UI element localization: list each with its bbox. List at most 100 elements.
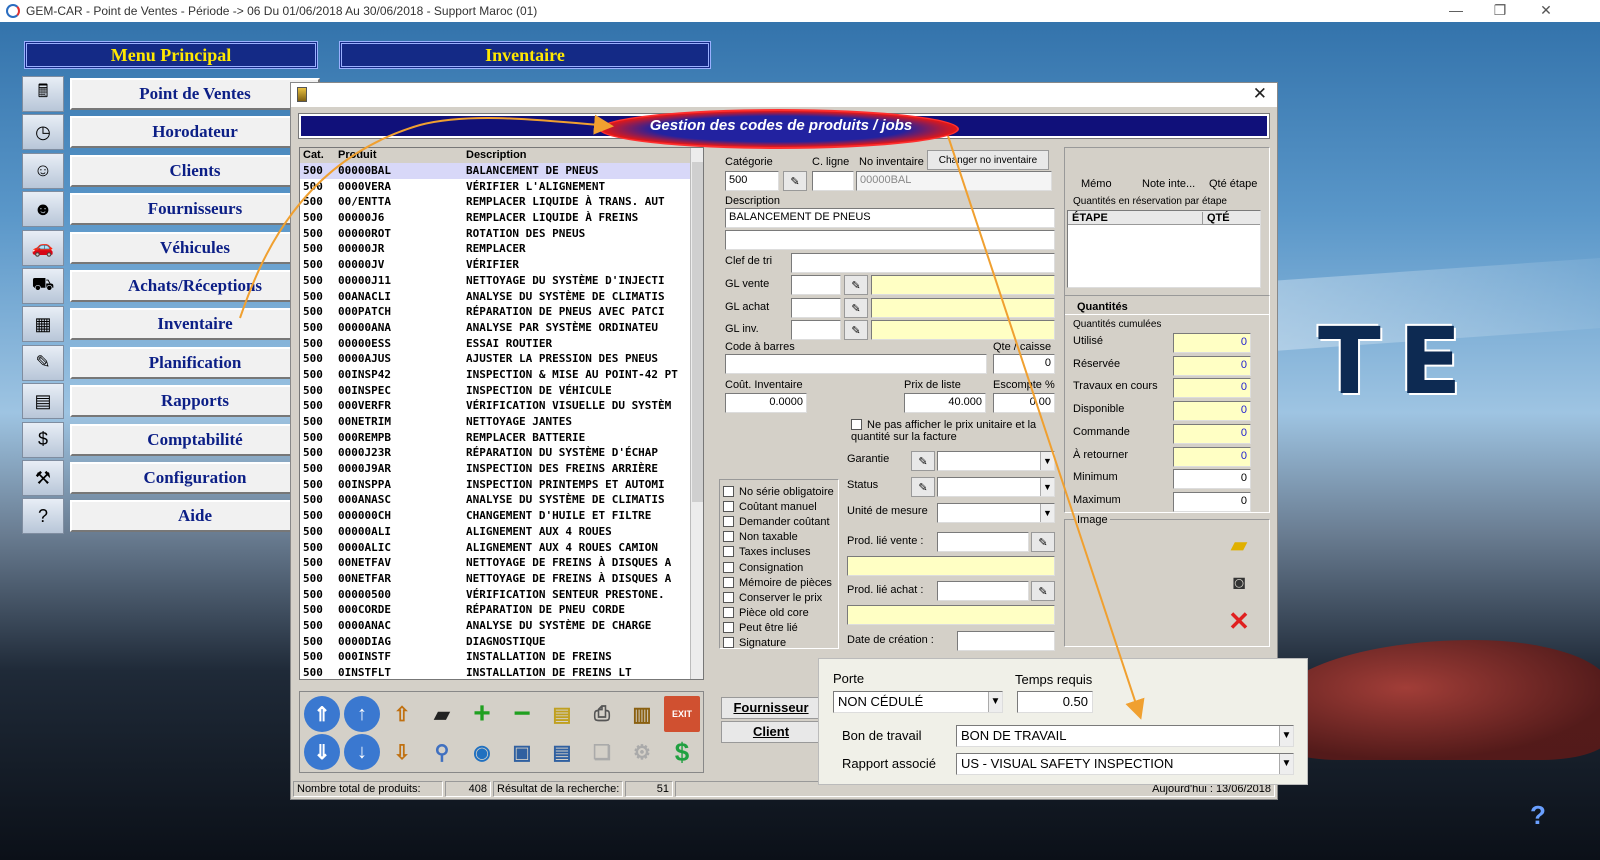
table-row[interactable]: 500 0INSTFLT INSTALLATION DE FREINS LT [300, 665, 690, 679]
menu-item[interactable]: ◷ Horodateur [22, 114, 322, 151]
table-row[interactable]: 500 00/ENTTA REMPLACER LIQUIDE À TRANS. AU… [300, 194, 690, 210]
option-checkbox[interactable]: Taxes incluses [723, 546, 811, 558]
checkbox-box[interactable] [723, 501, 734, 513]
table-row[interactable]: 500 00ANACLI ANALYSE DU SYSTÈME DE CLIMATI… [300, 289, 690, 305]
table-row[interactable]: 500 000000CH CHANGEMENT D'HUILE ET FILTRE [300, 508, 690, 524]
person-icon[interactable]: ☺ [22, 152, 64, 189]
camera-icon[interactable]: ◙ [1223, 567, 1255, 599]
menu-button[interactable]: Inventaire [70, 308, 320, 341]
close-icon[interactable]: ✕ [1526, 2, 1566, 19]
chevron-down-icon[interactable]: ▼ [1040, 452, 1054, 470]
table-row[interactable]: 500 00NETRIM NETTOYAGE JANTES [300, 414, 690, 430]
categorie-lookup-icon[interactable]: ✎ [783, 171, 807, 191]
dollar-icon[interactable]: $ [22, 421, 64, 458]
menu-item[interactable]: ▤ Rapports [22, 383, 322, 420]
escompte-field[interactable]: 0.00 [993, 393, 1055, 413]
menu-item[interactable]: 🚗 Véhicules [22, 229, 322, 266]
supplier-person-icon[interactable]: ☻ [22, 191, 64, 228]
save-icon[interactable]: ▤ [544, 696, 580, 732]
inventory-icon[interactable]: ▦ [22, 306, 64, 343]
chevron-down-icon[interactable]: ▼ [1040, 504, 1054, 522]
option-checkbox[interactable]: Pièce old core [723, 606, 809, 619]
gl-inv-field[interactable] [791, 320, 841, 340]
next-record-icon[interactable]: ↓ [344, 734, 380, 770]
minimize-icon[interactable]: — [1436, 2, 1476, 18]
menu-item[interactable]: ☻ Fournisseurs [22, 191, 322, 228]
cart-icon[interactable]: ⛟ [22, 268, 64, 304]
gl-achat-lookup-icon[interactable]: ✎ [844, 298, 868, 318]
cash-register-icon[interactable]: 🖩 [22, 76, 64, 112]
table-row[interactable]: 500 000ANASC ANALYSE DU SYSTÈME DE CLIMATI… [300, 492, 690, 508]
checkbox-box[interactable] [723, 621, 734, 633]
menu-item[interactable]: ▦ Inventaire [22, 306, 322, 343]
prix-liste-field[interactable]: 40.000 [904, 393, 986, 413]
prod-lie-achat-lookup-icon[interactable]: ✎ [1031, 581, 1055, 601]
last-record-icon[interactable]: ⇓ [304, 734, 340, 770]
chevron-down-icon[interactable]: ▼ [1279, 754, 1293, 774]
barcode-icon[interactable]: ▥ [624, 696, 660, 732]
pencil-icon[interactable]: ✎ [22, 344, 64, 381]
date-creation-field[interactable] [957, 631, 1055, 651]
code-barres-field[interactable] [725, 354, 987, 374]
menu-button[interactable]: Horodateur [70, 116, 320, 149]
tools-icon[interactable]: ⚒ [22, 460, 64, 496]
restore-icon[interactable]: ❐ [1480, 2, 1520, 19]
computer-icon[interactable]: ▣ [504, 734, 540, 770]
page-up-icon[interactable]: ⇧ [384, 696, 420, 732]
table-row[interactable]: 500 00NETFAR NETTOYAGE DE FREINS À DISQUES… [300, 571, 690, 587]
table-row[interactable]: 500 00000ANA ANALYSE PAR SYSTÈME ORDINATEU [300, 320, 690, 336]
menu-item[interactable]: ✎ Planification [22, 344, 322, 381]
copy-icon[interactable]: ❏ [584, 734, 620, 770]
header-produit[interactable]: Produit [338, 149, 377, 161]
menu-button[interactable]: Clients [70, 154, 320, 187]
help-corner-icon[interactable]: ? [1530, 800, 1560, 830]
gl-vente-field[interactable] [791, 275, 841, 295]
table-row[interactable]: 500 000REMPB REMPLACER BATTERIE [300, 430, 690, 446]
menu-button[interactable]: Aide [70, 500, 320, 533]
first-record-icon[interactable]: ⇑ [304, 696, 340, 732]
description-field-2[interactable] [725, 230, 1055, 250]
table-row[interactable]: 500 00INSPEC INSPECTION DE VÉHICULE [300, 383, 690, 399]
temps-requis-field[interactable]: 0.50 [1017, 691, 1093, 713]
menu-button[interactable]: Véhicules [70, 231, 320, 264]
description-field[interactable]: BALANCEMENT DE PNEUS [725, 208, 1055, 228]
tab-qte-etape[interactable]: Qté étape [1209, 178, 1257, 190]
checkbox-box[interactable] [723, 486, 734, 497]
table-row[interactable]: 500 000VERFR VÉRIFICATION VISUELLE DU SYST… [300, 398, 690, 414]
table-row[interactable]: 500 00000BAL BALANCEMENT DE PNEUS [300, 163, 690, 179]
menu-item[interactable]: ⛟ Achats/Réceptions [22, 268, 322, 304]
add-icon[interactable]: + [464, 696, 500, 732]
checkbox-box[interactable] [723, 516, 734, 528]
tab-memo[interactable]: Mémo [1081, 178, 1112, 190]
garantie-select[interactable]: ▼ [937, 451, 1055, 471]
page-down-icon[interactable]: ⇩ [384, 734, 420, 770]
unite-mesure-select[interactable]: ▼ [937, 503, 1055, 523]
menu-item[interactable]: $ Comptabilité [22, 421, 322, 458]
checkbox-box[interactable] [723, 546, 734, 558]
qte-caisse-field[interactable]: 0 [993, 354, 1055, 374]
menu-item[interactable]: ? Aide [22, 498, 322, 535]
porte-select[interactable]: NON CÉDULÉ ▼ [833, 691, 1003, 713]
checkbox-box[interactable] [723, 637, 734, 648]
table-row[interactable]: 500 00000ALI ALIGNEMENT AUX 4 ROUES [300, 524, 690, 540]
menu-button[interactable]: Achats/Réceptions [70, 270, 320, 302]
menu-button[interactable]: Planification [70, 346, 320, 379]
gl-inv-lookup-icon[interactable]: ✎ [844, 320, 868, 340]
document-icon[interactable]: ▤ [544, 734, 580, 770]
header-cat[interactable]: Cat. [303, 149, 324, 161]
table-row[interactable]: 500 00000500 VÉRIFICATION SENTEUR PRESTONE… [300, 587, 690, 603]
menu-item[interactable]: ☺ Clients [22, 152, 322, 189]
tab-quantites[interactable]: Quantités [1077, 301, 1128, 313]
chevron-down-icon[interactable]: ▼ [1040, 478, 1054, 496]
previous-record-icon[interactable]: ↑ [344, 696, 380, 732]
prod-lie-achat-field[interactable] [937, 581, 1029, 601]
checkbox-box[interactable] [723, 561, 734, 573]
folder-icon[interactable]: ▰ [1223, 529, 1255, 561]
print-icon[interactable]: ⎙ [584, 696, 620, 732]
option-checkbox[interactable]: Non taxable [723, 531, 798, 543]
checkbox-box[interactable] [723, 606, 734, 618]
table-row[interactable]: 500 000PATCH RÉPARATION DE PNEUS AVEC PATC… [300, 304, 690, 320]
menu-button[interactable]: Configuration [70, 462, 320, 494]
product-list[interactable]: Cat. Produit Description 500 00000BAL BALA… [299, 147, 704, 680]
garantie-lookup-icon[interactable]: ✎ [911, 451, 935, 471]
